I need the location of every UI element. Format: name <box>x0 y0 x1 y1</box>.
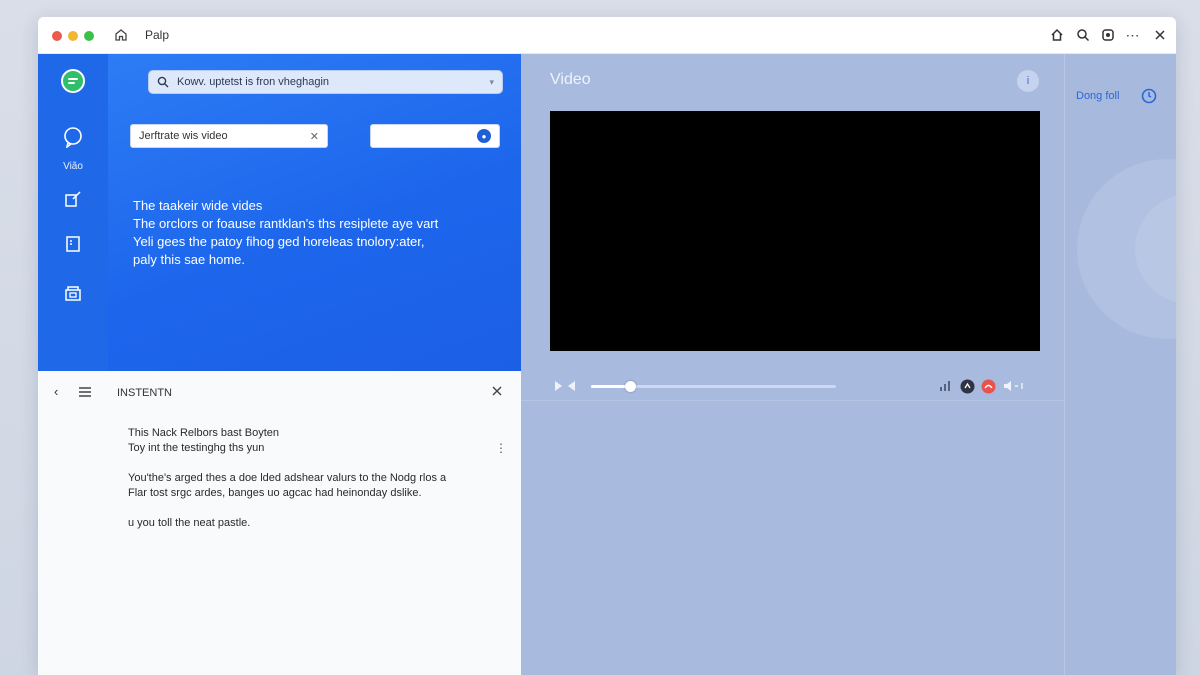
info-line: Toy int the testinghg ths yun <box>128 442 265 454</box>
chat-icon[interactable] <box>60 124 86 150</box>
clear-icon[interactable]: ✕ <box>310 130 319 143</box>
chevron-down-icon[interactable]: ▾ <box>489 77 494 88</box>
title-field[interactable]: Jerftrate wis video ✕ <box>130 124 328 148</box>
seek-bar[interactable] <box>591 381 836 392</box>
secondary-field[interactable]: ● <box>370 124 500 148</box>
info-body: This Nack Relbors bast Boyten Toy int th… <box>128 426 488 531</box>
submit-icon[interactable]: ● <box>477 129 491 143</box>
store-icon[interactable] <box>60 280 86 306</box>
info-panel: ‹ INSTENTN ⋮ This Nack Relbors bast Boyt… <box>38 371 521 675</box>
info-line: u you toll the neat pastle. <box>128 517 251 529</box>
video-player[interactable] <box>550 111 1040 351</box>
window-title: Palp <box>145 28 170 42</box>
right-panel: Dong foll <box>1064 54 1176 675</box>
home-nav-icon[interactable] <box>1048 26 1066 44</box>
description-line: paly this sae home. <box>133 252 246 267</box>
info-line: This Nack Relbors bast Boyten <box>128 427 280 439</box>
list-icon[interactable] <box>78 385 92 403</box>
more-vertical-icon[interactable]: ⋮ <box>495 441 507 455</box>
more-icon[interactable]: ⋯ <box>1124 26 1142 44</box>
home-icon[interactable] <box>112 26 130 44</box>
document-icon[interactable] <box>60 231 86 257</box>
title-bar: Palp ⋯ <box>38 17 1176 54</box>
seek-handle[interactable] <box>625 381 637 392</box>
rewind-icon[interactable] <box>551 378 579 394</box>
edit-icon[interactable] <box>60 186 86 212</box>
description-line: The orclors or foause rantklan's ths res… <box>133 216 439 231</box>
left-rail: Vião <box>38 54 108 371</box>
quality-icon[interactable] <box>959 378 975 394</box>
app-window: Palp ⋯ Vião Kowv. uptetst is fron vhegha… <box>38 17 1176 675</box>
close-window-button[interactable] <box>52 31 62 41</box>
info-panel-header: ‹ INSTENTN <box>38 371 521 411</box>
info-line: Flar tost srgc ardes, banges uo agcac ha… <box>128 487 422 499</box>
editor-panel: Kowv. uptetst is fron vheghagin ▾ Jerftr… <box>108 54 521 371</box>
minimize-window-button[interactable] <box>68 31 78 41</box>
info-panel-title: INSTENTN <box>117 387 172 399</box>
app-logo-icon[interactable] <box>60 68 86 94</box>
player-controls <box>521 371 1064 401</box>
search-bar[interactable]: Kowv. uptetst is fron vheghagin ▾ <box>148 70 503 94</box>
volume-icon[interactable] <box>1001 378 1025 394</box>
title-field-value: Jerftrate wis video <box>139 130 228 142</box>
info-button[interactable]: i <box>1017 70 1039 92</box>
record-icon[interactable] <box>980 378 996 394</box>
stats-icon[interactable] <box>937 378 953 394</box>
close-icon[interactable] <box>1151 26 1169 44</box>
side-link[interactable]: Dong foll <box>1076 90 1119 102</box>
back-arrow-icon[interactable]: ‹ <box>54 384 58 399</box>
rail-video-label: Vião <box>63 161 83 172</box>
page-title: Video <box>550 71 591 88</box>
search-icon[interactable] <box>1074 26 1092 44</box>
search-input[interactable]: Kowv. uptetst is fron vheghagin <box>177 76 481 88</box>
search-icon <box>157 76 169 88</box>
refresh-icon[interactable] <box>1140 87 1158 105</box>
description-line: Yeli gees the patoy fihog ged horeleas t… <box>133 234 425 249</box>
description-text: The taakeir wide vides The orclors or fo… <box>133 197 503 269</box>
close-icon[interactable] <box>491 384 503 402</box>
maximize-window-button[interactable] <box>84 31 94 41</box>
settings-icon[interactable] <box>1099 26 1117 44</box>
description-line: The taakeir wide vides <box>133 198 263 213</box>
info-line: You'the's arged thes a doe lded adshear … <box>128 472 447 484</box>
video-area: Video i <box>521 54 1064 675</box>
